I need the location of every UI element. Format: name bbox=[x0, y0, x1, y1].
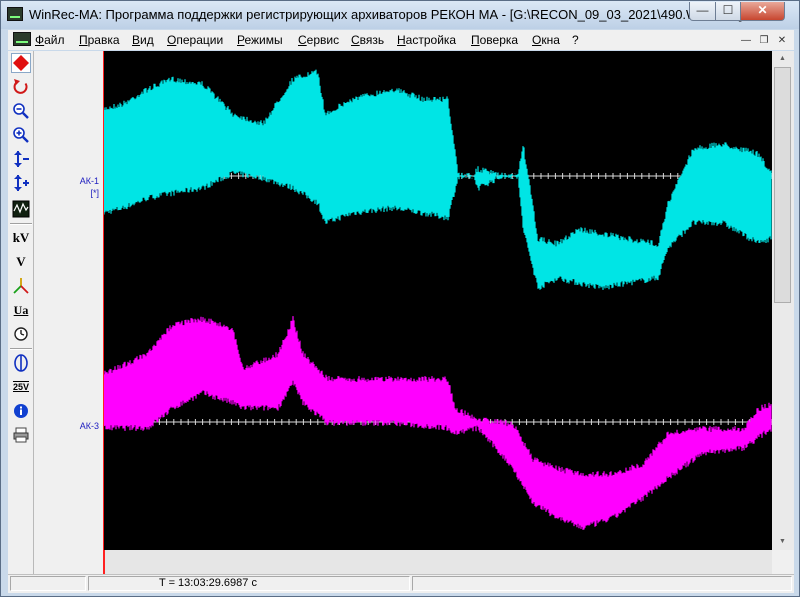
vector-diagram-icon[interactable] bbox=[11, 276, 31, 296]
vertical-scroll-thumb[interactable] bbox=[774, 67, 791, 303]
menu-bar: Файл Правка Вид Операции Режимы Сервис С… bbox=[8, 30, 794, 50]
rotate-icon[interactable] bbox=[11, 77, 31, 97]
zoom-out-icon[interactable] bbox=[11, 101, 31, 121]
channel-label-ak3[interactable]: АК-3 bbox=[80, 421, 99, 431]
minimize-button[interactable]: — bbox=[689, 2, 716, 21]
channels-icon[interactable] bbox=[11, 353, 31, 373]
menu-view[interactable]: Вид bbox=[132, 33, 154, 47]
red-diamond-icon[interactable] bbox=[11, 53, 31, 73]
status-bar: T = 13:03:29.6987 с bbox=[8, 574, 794, 593]
menu-operations[interactable]: Операции bbox=[167, 33, 223, 47]
menu-modes[interactable]: Режимы bbox=[237, 33, 283, 47]
channel-label-panel: АК-1 [*] АК-3 bbox=[34, 51, 103, 550]
waveform-ak1 bbox=[103, 69, 772, 290]
vertical-expand-icon[interactable] bbox=[11, 173, 31, 193]
clock-icon[interactable] bbox=[11, 324, 31, 344]
oscillogram-plot[interactable] bbox=[103, 51, 772, 550]
menu-connection[interactable]: Связь bbox=[351, 33, 384, 47]
v-icon[interactable]: V bbox=[11, 252, 31, 272]
title-bar[interactable]: WinRec-MA: Программа поддержки регистрир… bbox=[1, 1, 799, 29]
mdi-restore-button[interactable]: ❐ bbox=[756, 33, 772, 47]
app-logo-icon bbox=[7, 7, 23, 21]
cursor-position-marker bbox=[103, 550, 105, 574]
document-menu-icon[interactable] bbox=[13, 32, 31, 46]
window-title: WinRec-MA: Программа поддержки регистрир… bbox=[29, 7, 743, 22]
channel-label-ak1[interactable]: АК-1 bbox=[80, 176, 99, 186]
channel-marker-ak1: [*] bbox=[90, 188, 99, 198]
zoom-in-icon[interactable] bbox=[11, 125, 31, 145]
maximize-button[interactable]: ☐ bbox=[715, 2, 741, 21]
menu-service[interactable]: Сервис bbox=[298, 33, 339, 47]
status-time: T = 13:03:29.6987 с bbox=[88, 576, 410, 591]
status-cell-3 bbox=[412, 576, 792, 591]
info-icon[interactable] bbox=[11, 401, 31, 421]
horizontal-scrollbar[interactable] bbox=[34, 550, 794, 574]
close-button[interactable]: ✕ bbox=[740, 2, 785, 21]
ua-icon[interactable]: Ua bbox=[11, 300, 31, 320]
menu-windows[interactable]: Окна bbox=[532, 33, 560, 47]
fit-window-icon[interactable] bbox=[11, 199, 31, 219]
menu-file[interactable]: Файл bbox=[35, 33, 65, 47]
25v-icon[interactable]: 25V bbox=[11, 377, 31, 397]
menu-help[interactable]: ? bbox=[572, 33, 579, 47]
print-icon[interactable] bbox=[11, 425, 31, 445]
app-window: WinRec-MA: Программа поддержки регистрир… bbox=[0, 0, 800, 597]
menu-settings[interactable]: Настройка bbox=[397, 33, 456, 47]
scroll-down-arrow-icon[interactable]: ▼ bbox=[774, 534, 791, 550]
mdi-minimize-button[interactable]: — bbox=[738, 33, 754, 47]
menu-edit[interactable]: Правка bbox=[79, 33, 120, 47]
mdi-close-button[interactable]: ✕ bbox=[774, 33, 790, 47]
left-toolbar: kV V Ua 25V bbox=[8, 51, 34, 575]
horizontal-scroll-track[interactable] bbox=[103, 550, 772, 574]
status-cell-1 bbox=[10, 576, 86, 591]
kv-icon[interactable]: kV bbox=[11, 228, 31, 248]
scroll-up-arrow-icon[interactable]: ▲ bbox=[774, 51, 791, 67]
vertical-scrollbar[interactable]: ▲ ▼ bbox=[772, 51, 794, 550]
waveform-canvas[interactable] bbox=[103, 51, 772, 550]
vertical-shrink-icon[interactable] bbox=[11, 149, 31, 169]
menu-verification[interactable]: Поверка bbox=[471, 33, 518, 47]
